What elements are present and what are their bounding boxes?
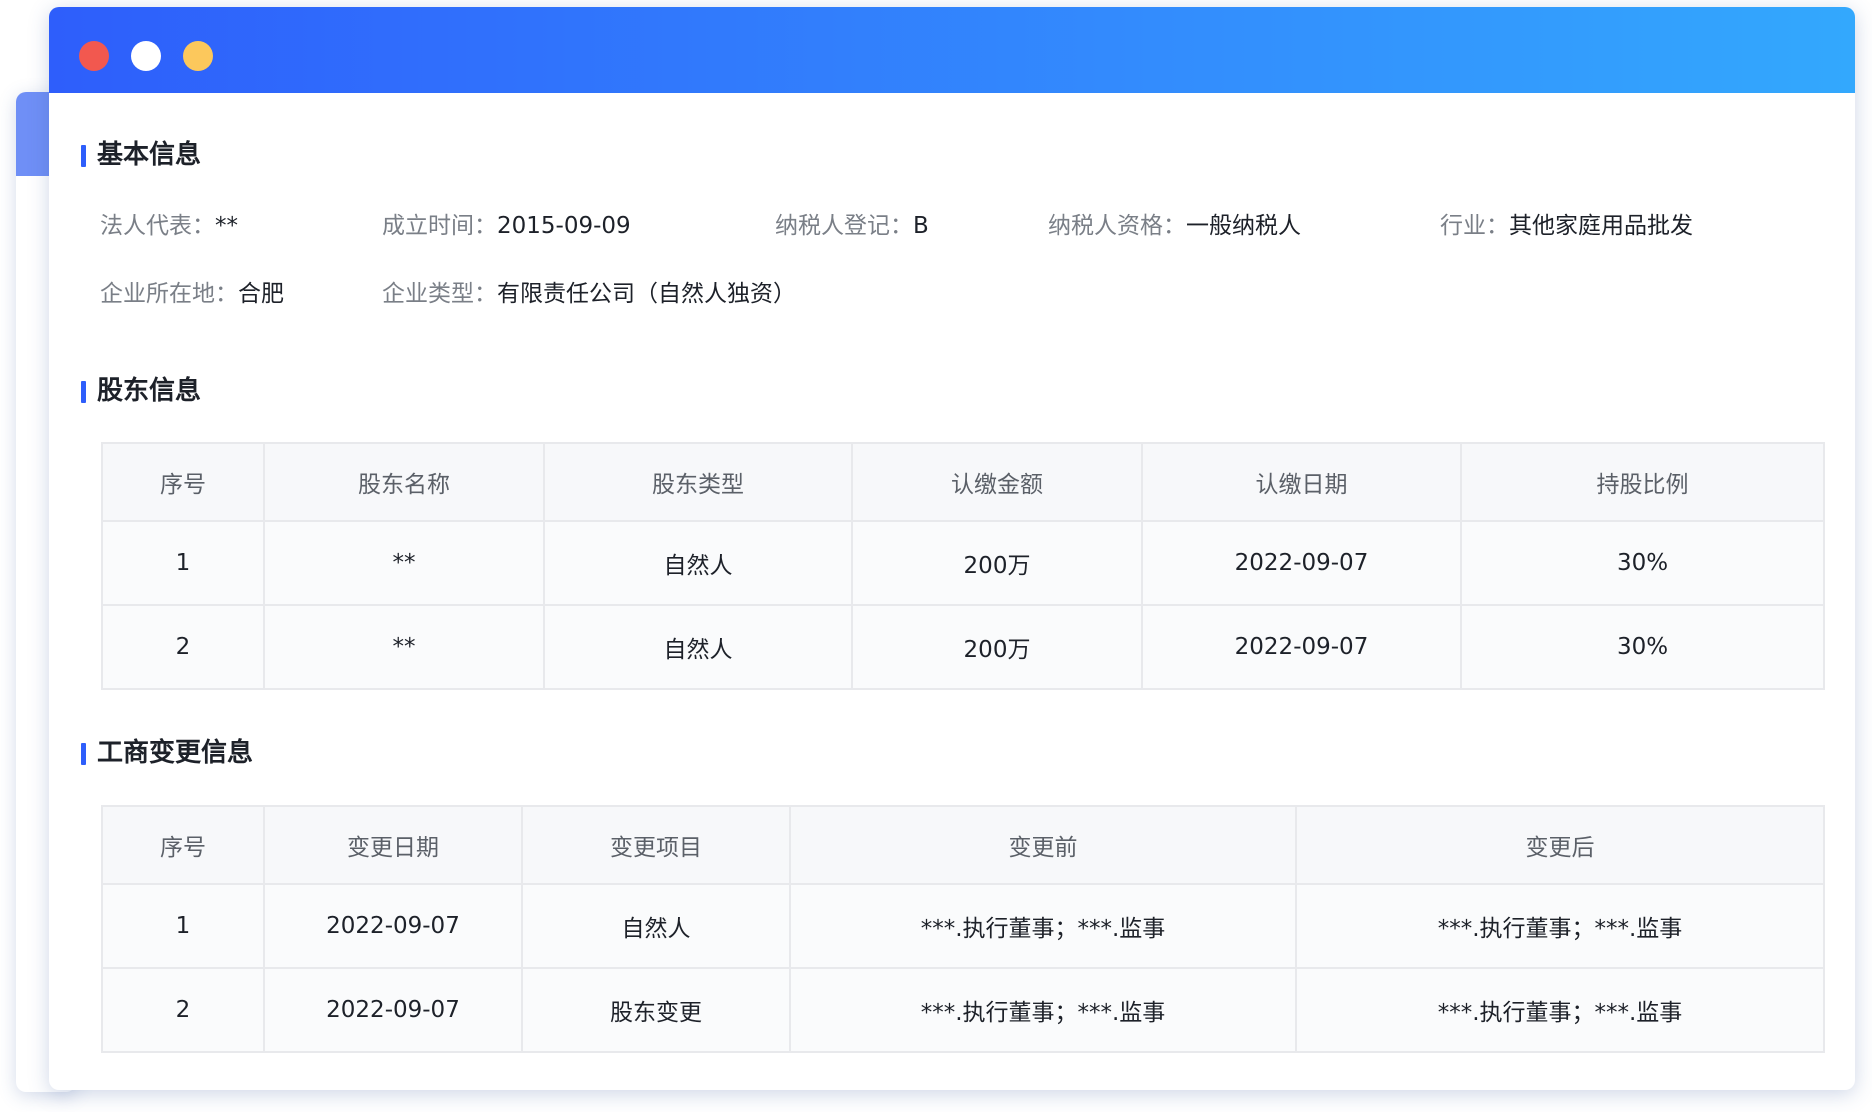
tax-reg-label: 纳税人登记： <box>775 213 913 239</box>
basic-info-title: 基本信息 <box>81 140 201 170</box>
cell-change-date: 2022-09-07 <box>263 967 523 1053</box>
cell-index: 1 <box>101 883 265 969</box>
column-header-subscribed-amount: 认缴金额 <box>851 442 1143 522</box>
established-label: 成立时间： <box>382 213 497 239</box>
column-header-change-date: 变更日期 <box>263 805 523 885</box>
legal-rep-value: ** <box>215 213 238 239</box>
shareholder-info-title: 股东信息 <box>81 376 201 406</box>
column-header-index: 序号 <box>101 805 265 885</box>
location-value: 合肥 <box>238 281 284 307</box>
column-header-share-ratio: 持股比例 <box>1460 442 1825 522</box>
cell-index: 2 <box>101 604 265 690</box>
cell-shareholder-name: ** <box>263 604 545 690</box>
company-type-field: 企业类型：有限责任公司（自然人独资） <box>382 280 796 308</box>
cell-index: 1 <box>101 520 265 606</box>
cell-share-ratio: 30% <box>1460 520 1825 606</box>
change-table: 序号 变更日期 变更项目 变更前 变更后 1 2022-09-07 自然人 **… <box>101 805 1825 1053</box>
tax-qual-value: 一般纳税人 <box>1186 213 1301 239</box>
column-header-after-change: 变更后 <box>1295 805 1825 885</box>
industry-field: 行业：其他家庭用品批发 <box>1440 212 1693 240</box>
change-info-title: 工商变更信息 <box>81 738 253 768</box>
table-header-row: 序号 股东名称 股东类型 认缴金额 认缴日期 持股比例 <box>101 442 1825 522</box>
legal-rep-label: 法人代表： <box>100 213 215 239</box>
established-value: 2015-09-09 <box>497 213 631 239</box>
cell-after-change: ***.执行董事；***.监事 <box>1295 883 1825 969</box>
tax-reg-value: B <box>913 213 929 239</box>
tax-qual-label: 纳税人资格： <box>1048 213 1186 239</box>
column-header-shareholder-name: 股东名称 <box>263 442 545 522</box>
industry-value: 其他家庭用品批发 <box>1509 213 1693 239</box>
maximize-dot-icon[interactable] <box>183 41 213 71</box>
established-field: 成立时间：2015-09-09 <box>382 212 631 240</box>
cell-shareholder-type: 自然人 <box>543 520 853 606</box>
cell-change-date: 2022-09-07 <box>263 883 523 969</box>
column-header-before-change: 变更前 <box>789 805 1297 885</box>
cell-subscribed-date: 2022-09-07 <box>1141 604 1462 690</box>
tax-qual-field: 纳税人资格：一般纳税人 <box>1048 212 1301 240</box>
cell-subscribed-amount: 200万 <box>851 520 1143 606</box>
minimize-dot-icon[interactable] <box>131 41 161 71</box>
column-header-shareholder-type: 股东类型 <box>543 442 853 522</box>
legal-rep-field: 法人代表：** <box>100 212 238 240</box>
table-row: 1 2022-09-07 自然人 ***.执行董事；***.监事 ***.执行董… <box>101 883 1825 969</box>
window-title-bar <box>49 7 1855 93</box>
cell-change-item: 股东变更 <box>521 967 791 1053</box>
column-header-change-item: 变更项目 <box>521 805 791 885</box>
table-header-row: 序号 变更日期 变更项目 变更前 变更后 <box>101 805 1825 885</box>
shareholder-table: 序号 股东名称 股东类型 认缴金额 认缴日期 持股比例 1 ** 自然人 200… <box>101 442 1825 690</box>
cell-after-change: ***.执行董事；***.监事 <box>1295 967 1825 1053</box>
table-row: 2 2022-09-07 股东变更 ***.执行董事；***.监事 ***.执行… <box>101 967 1825 1053</box>
cell-share-ratio: 30% <box>1460 604 1825 690</box>
cell-before-change: ***.执行董事；***.监事 <box>789 967 1297 1053</box>
table-row: 2 ** 自然人 200万 2022-09-07 30% <box>101 604 1825 690</box>
tax-reg-field: 纳税人登记：B <box>775 212 929 240</box>
cell-subscribed-date: 2022-09-07 <box>1141 520 1462 606</box>
cell-subscribed-amount: 200万 <box>851 604 1143 690</box>
column-header-subscribed-date: 认缴日期 <box>1141 442 1462 522</box>
location-field: 企业所在地：合肥 <box>100 280 284 308</box>
industry-label: 行业： <box>1440 213 1509 239</box>
company-info-window: 基本信息 法人代表：** 成立时间：2015-09-09 纳税人登记：B 纳税人… <box>49 7 1855 1090</box>
cell-change-item: 自然人 <box>521 883 791 969</box>
column-header-index: 序号 <box>101 442 265 522</box>
company-type-label: 企业类型： <box>382 281 497 307</box>
cell-before-change: ***.执行董事；***.监事 <box>789 883 1297 969</box>
company-type-value: 有限责任公司（自然人独资） <box>497 281 796 307</box>
cell-shareholder-name: ** <box>263 520 545 606</box>
cell-shareholder-type: 自然人 <box>543 604 853 690</box>
cell-index: 2 <box>101 967 265 1053</box>
close-dot-icon[interactable] <box>79 41 109 71</box>
location-label: 企业所在地： <box>100 281 238 307</box>
table-row: 1 ** 自然人 200万 2022-09-07 30% <box>101 520 1825 606</box>
